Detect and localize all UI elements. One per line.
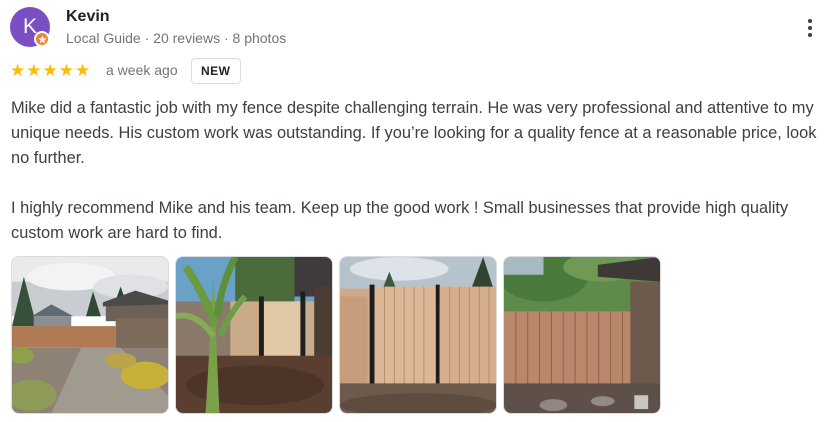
star-icon: ★ bbox=[58, 61, 74, 80]
star-icon: ★ bbox=[10, 61, 26, 80]
star-icon: ★ bbox=[42, 61, 58, 80]
more-vert-icon[interactable] bbox=[798, 12, 822, 44]
star-icon: ★ bbox=[75, 61, 91, 80]
star-icon: ★ bbox=[26, 61, 42, 80]
review-photo[interactable] bbox=[503, 256, 661, 414]
new-badge: NEW bbox=[191, 58, 241, 84]
review-photo[interactable] bbox=[175, 256, 333, 414]
review-text: Mike did a fantastic job with my fence d… bbox=[11, 96, 833, 246]
star-rating: ★ ★ ★ ★ ★ bbox=[10, 61, 90, 81]
review-paragraph: Mike did a fantastic job with my fence d… bbox=[11, 99, 817, 167]
reviewer-meta[interactable]: Local Guide · 20 reviews · 8 photos bbox=[66, 30, 286, 46]
double-gate-fence-photo bbox=[340, 257, 496, 413]
backyard-fence-garden-photo bbox=[12, 257, 168, 413]
review-photo[interactable] bbox=[11, 256, 169, 414]
fence-gate-with-banana-plant-photo bbox=[176, 257, 332, 413]
review-paragraph: I highly recommend Mike and his team. Ke… bbox=[11, 199, 789, 242]
review-photo[interactable] bbox=[339, 256, 497, 414]
reviewer-name[interactable]: Kevin bbox=[66, 8, 110, 26]
local-guide-star-icon bbox=[34, 31, 50, 47]
photo-strip bbox=[11, 256, 661, 414]
fence-corner-with-shed-photo bbox=[504, 257, 660, 413]
review-time: a week ago bbox=[106, 62, 178, 78]
